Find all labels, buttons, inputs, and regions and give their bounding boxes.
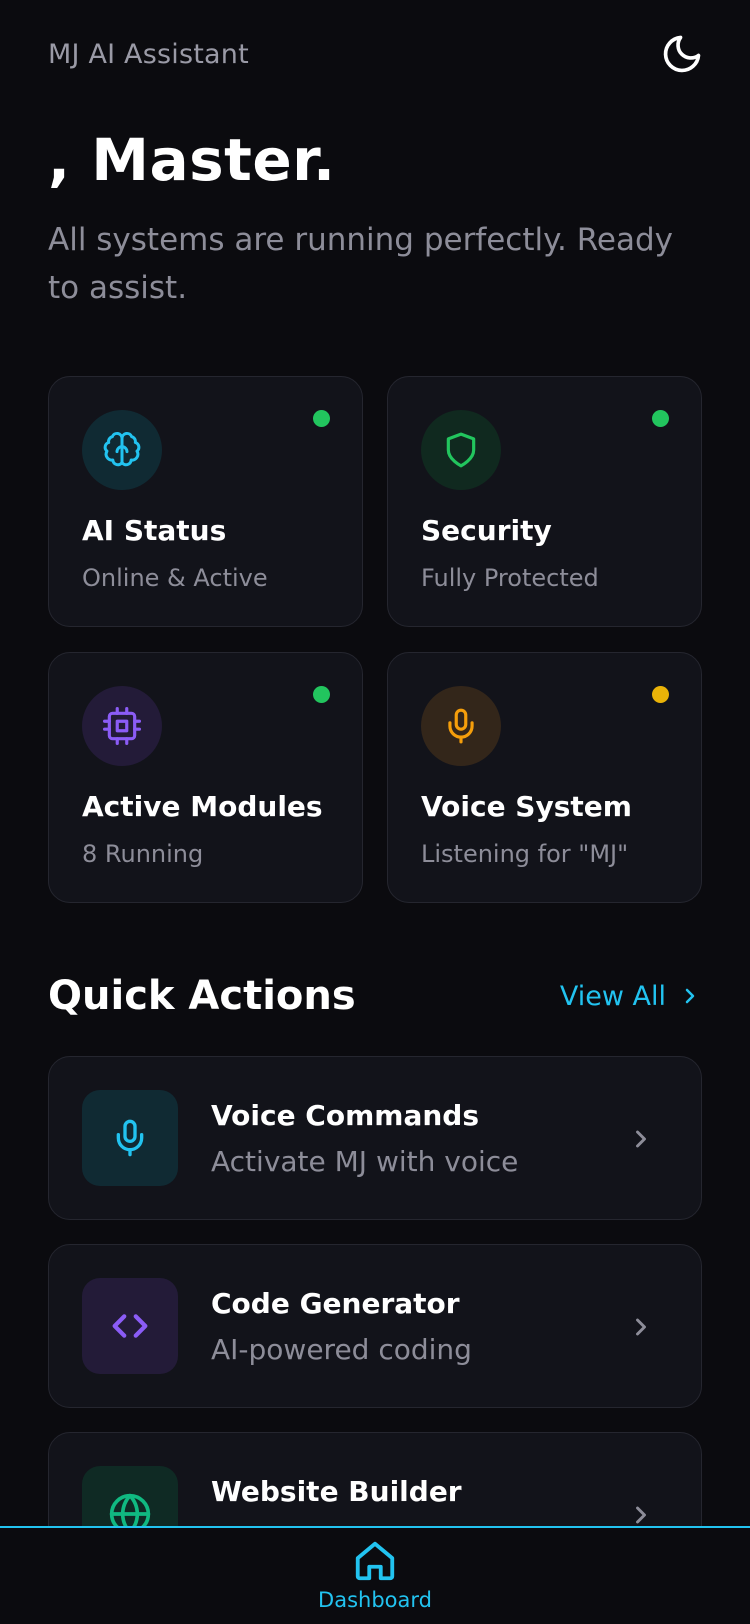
chevron-right-icon (621, 1119, 661, 1159)
status-card-security[interactable]: Security Fully Protected (387, 376, 702, 627)
bottom-navigation: Dashboard (0, 1526, 750, 1624)
action-icon-badge (82, 1090, 178, 1186)
action-title: Website Builder (211, 1475, 462, 1508)
status-icon-badge (421, 410, 501, 490)
status-card-subtitle: Online & Active (82, 564, 268, 592)
section-title: Quick Actions (48, 973, 356, 1019)
nav-item-dashboard[interactable]: Dashboard (300, 1538, 450, 1624)
microphone-icon (448, 708, 474, 744)
status-card-title: Active Modules (82, 790, 323, 823)
brain-icon (103, 432, 141, 467)
action-icon-badge (82, 1278, 178, 1374)
status-indicator-dot (313, 686, 330, 703)
action-title: Code Generator (211, 1287, 460, 1320)
status-card-subtitle: 8 Running (82, 840, 204, 868)
view-all-label: View All (559, 980, 666, 1012)
status-card-subtitle: Listening for "MJ" (421, 840, 629, 868)
view-all-link[interactable]: View All (560, 981, 702, 1012)
quick-action-voice-commands[interactable]: Voice Commands Activate MJ with voice (48, 1056, 702, 1220)
quick-action-code-generator[interactable]: Code Generator AI-powered coding (48, 1244, 702, 1408)
status-indicator-dot (652, 686, 669, 703)
status-icon-badge (82, 410, 162, 490)
status-indicator-dot (313, 410, 330, 427)
top-bar: MJ AI Assistant (48, 30, 702, 78)
chevron-right-icon (685, 988, 695, 1004)
home-icon (355, 1541, 395, 1581)
chevron-right-icon (621, 1307, 661, 1347)
cpu-icon (103, 707, 141, 745)
status-icon-badge (82, 686, 162, 766)
code-icon (112, 1314, 148, 1338)
microphone-icon (116, 1119, 144, 1157)
nav-label: Dashboard (318, 1588, 432, 1612)
greeting-heading: , Master. (48, 126, 336, 194)
greeting-subtitle: All systems are running perfectly. Ready… (48, 222, 673, 306)
moon-icon (663, 35, 701, 73)
app-title: MJ AI Assistant (48, 38, 249, 70)
theme-toggle-button[interactable] (658, 30, 706, 78)
status-card-title: Voice System (421, 790, 632, 823)
status-icon-badge (421, 686, 501, 766)
action-title: Voice Commands (211, 1099, 479, 1132)
status-card-voice-system[interactable]: Voice System Listening for "MJ" (387, 652, 702, 903)
status-card-title: AI Status (82, 514, 227, 547)
status-card-active-modules[interactable]: Active Modules 8 Running (48, 652, 363, 903)
status-card-ai-status[interactable]: AI Status Online & Active (48, 376, 363, 627)
status-card-subtitle: Fully Protected (421, 564, 599, 592)
dashboard-screen: MJ AI Assistant , Master. All systems ar… (0, 0, 750, 1624)
status-indicator-dot (652, 410, 669, 427)
status-card-title: Security (421, 514, 552, 547)
action-subtitle: AI-powered coding (211, 1333, 472, 1366)
action-subtitle: Activate MJ with voice (211, 1145, 519, 1178)
quick-actions-header: Quick Actions View All (48, 968, 702, 1024)
shield-icon (446, 432, 476, 468)
